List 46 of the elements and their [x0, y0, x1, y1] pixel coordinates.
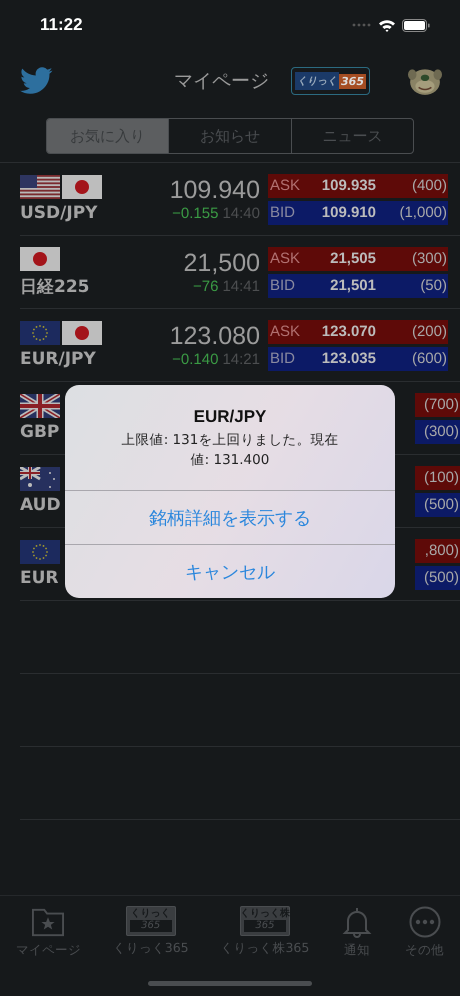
- instrument-name: GBP: [20, 422, 60, 442]
- japan-flag-icon: [62, 175, 102, 199]
- ask-quantity: ,800): [415, 538, 460, 562]
- star-folder-icon: [32, 906, 64, 938]
- instrument-name: USD/JPY: [20, 203, 98, 223]
- instrument-name: EUR/JPY: [20, 349, 97, 369]
- battery-icon: [402, 18, 430, 32]
- bell-icon: [341, 906, 374, 938]
- bid-quantity: (300): [415, 420, 460, 444]
- price: 123.080: [170, 322, 260, 351]
- price-change: −0.140: [172, 351, 218, 368]
- ask-quantity: (700): [415, 392, 460, 416]
- wifi-icon: [378, 18, 396, 32]
- ask-quote: ASK 109.935 (400): [268, 174, 448, 198]
- price: 21,500: [184, 249, 260, 278]
- alert-button[interactable]: 銘柄詳細を表示する: [65, 490, 395, 544]
- instrument-name: EUR: [20, 568, 60, 588]
- alert-title: EUR/JPY: [194, 407, 266, 427]
- eu-flag-icon: [20, 540, 60, 564]
- alert-message: 上限値: 131を上回りました。現在値: 131.400: [120, 431, 340, 470]
- status-time: 11:22: [40, 15, 83, 35]
- click365-logo[interactable]: くりっく 365: [291, 67, 370, 95]
- more-icon: [408, 906, 441, 938]
- australia-flag-icon: [20, 467, 60, 491]
- japan-flag-icon: [20, 246, 60, 270]
- price: 109.940: [170, 176, 260, 205]
- instrument-name: AUD: [20, 495, 62, 515]
- price-change: −76: [193, 278, 218, 295]
- bid-quote: BID 21,501 (50): [268, 274, 448, 298]
- ask-quote: ASK 21,505 (300): [268, 246, 448, 270]
- page-title: マイページ: [174, 69, 270, 94]
- bid-quantity: (500): [415, 492, 460, 516]
- japan-flag-icon: [62, 321, 102, 345]
- bid-quote: BID 123.035 (600): [268, 346, 448, 370]
- instrument-name: 日経225: [20, 276, 90, 298]
- uk-flag-icon: [20, 394, 60, 418]
- bid-quote: BID 109.910 (1,000): [268, 200, 448, 224]
- ask-quantity: (100): [415, 466, 460, 490]
- price-change: −0.155: [172, 205, 218, 222]
- usa-flag-icon: [20, 175, 60, 199]
- eu-flag-icon: [20, 321, 60, 345]
- bird-icon[interactable]: [20, 67, 53, 95]
- signal-icon: [352, 23, 372, 27]
- alert-button[interactable]: キャンセル: [65, 544, 395, 598]
- bid-quantity: (500): [415, 566, 460, 590]
- ask-quote: ASK 123.070 (200): [268, 320, 448, 344]
